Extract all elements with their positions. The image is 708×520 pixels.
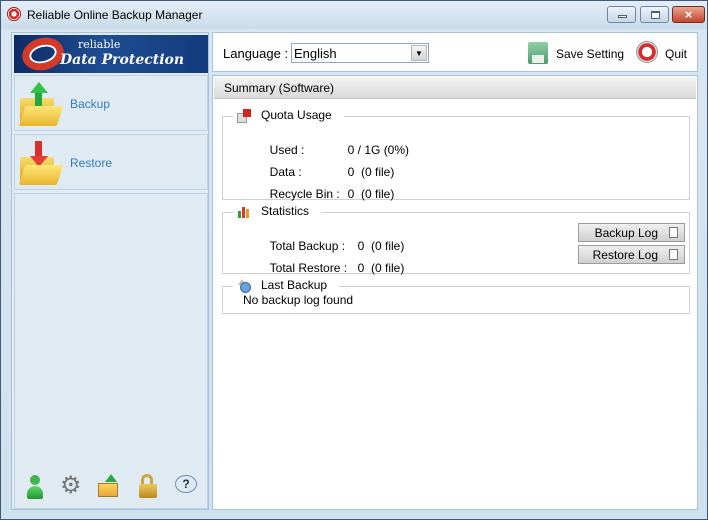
row-value: 0 (0 file) [357,261,405,275]
top-toolbar: Language : English ▼ Save Setting Quit [212,32,698,72]
title-bar[interactable]: Reliable Online Backup Manager × [1,1,707,29]
summary-title: Summary (Software) [224,81,335,95]
save-setting-button[interactable]: Save Setting [526,38,628,68]
language-select[interactable]: English ▼ [291,43,429,63]
logo-line2: Data Protection [60,52,185,68]
user-icon [30,475,40,485]
row-key: Total Restore : [269,261,348,275]
folder-download-icon [18,141,64,187]
quota-usage-group: Quota Usage Used :0 / 1G (0%) Data :0 (0… [222,108,690,201]
sidebar-item-label: Restore [70,156,113,170]
quota-usage-title: Quota Usage [261,108,332,122]
restore-log-label: Restore Log [592,248,658,262]
brand-logo: reliable Data Protection [14,35,208,73]
row-key: Recycle Bin : [269,187,340,201]
sidebar-empty-area [14,193,208,509]
last-backup-legend: Last Backup [233,278,340,294]
restore-log-button[interactable]: Restore Log [578,245,685,264]
maximize-icon [651,11,660,19]
summary-panel: Summary (Software) Quota Usage Used :0 /… [212,75,698,510]
power-icon [636,41,658,63]
last-backup-title: Last Backup [261,278,328,292]
quit-label: Quit [665,47,688,61]
window-title: Reliable Online Backup Manager [27,8,203,22]
save-setting-label: Save Setting [556,47,625,61]
help-icon: ? [175,475,197,493]
statistics-legend: Statistics [233,204,322,220]
backup-globe-icon [237,279,251,293]
sidebar-item-backup[interactable]: Backup [14,75,208,131]
backup-log-label: Backup Log [594,226,658,240]
language-label: Language : [223,46,289,61]
app-window: Reliable Online Backup Manager × reliabl… [0,0,708,520]
gear-icon: ⚙ [60,472,82,499]
backup-set-icon [98,483,118,497]
document-icon [669,249,678,260]
bar-chart-icon [237,205,251,219]
summary-header: Summary (Software) [214,77,696,99]
language-value: English [294,46,337,61]
quota-icon [237,109,251,123]
sidebar: reliable Data Protection Backup Restore [11,32,209,510]
statistics-title: Statistics [261,204,310,218]
statistics-group: Statistics Total Backup :0 (0 file) Tota… [222,204,690,275]
floppy-disk-icon [528,42,548,64]
app-lifebuoy-icon [7,7,21,21]
resize-grip[interactable] [695,507,705,517]
minimize-button[interactable] [607,6,636,23]
lock-button[interactable] [136,473,160,501]
folder-upload-icon [18,82,64,128]
minimize-icon [618,15,627,18]
backup-set-button[interactable] [96,473,120,501]
sidebar-item-label: Backup [70,97,111,111]
document-icon [669,227,678,238]
sidebar-item-restore[interactable]: Restore [14,134,208,190]
logo-line1: reliable [78,38,121,51]
close-button[interactable]: × [672,6,705,23]
last-backup-message: No backup log found [243,293,354,307]
maximize-button[interactable] [640,6,669,23]
row-value: 0 (0 file) [347,187,395,201]
settings-button[interactable]: ⚙ [59,473,83,501]
quit-button[interactable]: Quit [634,38,694,68]
close-icon: × [684,7,693,22]
help-button[interactable]: ? [174,473,198,501]
last-backup-group: Last Backup No backup log found [222,278,690,314]
user-profile-button[interactable] [23,473,47,501]
quota-usage-legend: Quota Usage [233,108,344,124]
sidebar-bottom-toolbar: ⚙ ? [12,473,208,503]
backup-log-button[interactable]: Backup Log [578,223,685,242]
chevron-down-icon[interactable]: ▼ [411,45,427,61]
